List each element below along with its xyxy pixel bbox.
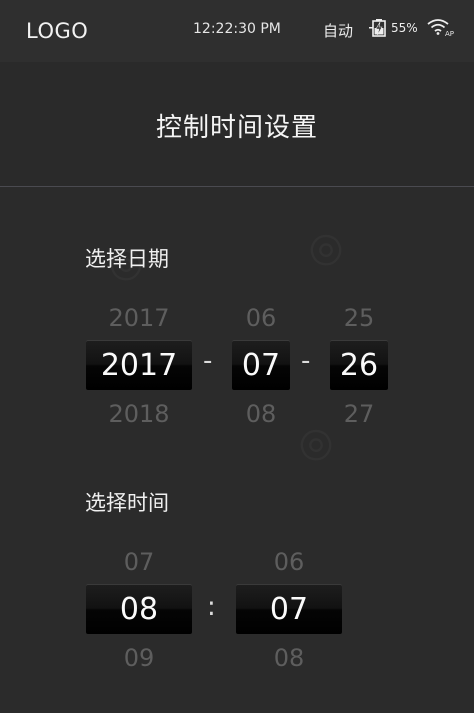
year-next[interactable]: 2018 (86, 400, 192, 428)
app-logo: LOGO (26, 19, 89, 43)
day-next[interactable]: 27 (330, 400, 388, 428)
date-section-label: 选择日期 (85, 247, 169, 271)
minute-picker[interactable]: 07 (236, 584, 342, 634)
year-picker[interactable]: 2017 (86, 340, 192, 390)
watermark-icon: ◎ (300, 219, 355, 277)
hour-next[interactable]: 09 (86, 644, 192, 672)
clock: 12:22:30 PM (193, 21, 281, 37)
time-separator: : (207, 592, 216, 622)
date-separator: - (301, 346, 311, 376)
month-picker[interactable]: 07 (232, 340, 290, 390)
date-separator: - (203, 346, 213, 376)
minute-prev[interactable]: 06 (236, 548, 342, 576)
time-section-label: 选择时间 (85, 491, 169, 515)
hour-prev[interactable]: 07 (86, 548, 192, 576)
wifi-ap-badge: AP (445, 30, 455, 38)
day-prev[interactable]: 25 (330, 304, 388, 332)
month-next[interactable]: 08 (232, 400, 290, 428)
day-picker[interactable]: 26 (330, 340, 388, 390)
hour-picker[interactable]: 08 (86, 584, 192, 634)
battery-charging-icon (369, 19, 386, 37)
battery-status: 55% (369, 18, 418, 38)
battery-percent: 55% (391, 21, 418, 35)
year-prev[interactable]: 2017 (86, 304, 192, 332)
status-bar: LOGO 12:22:30 PM 自动 55% AP (0, 0, 474, 62)
minute-next[interactable]: 08 (236, 644, 342, 672)
mode-indicator: 自动 (323, 22, 354, 40)
month-prev[interactable]: 06 (232, 304, 290, 332)
page-title: 控制时间设置 (155, 112, 318, 143)
page-header: 控制时间设置 (0, 62, 474, 187)
